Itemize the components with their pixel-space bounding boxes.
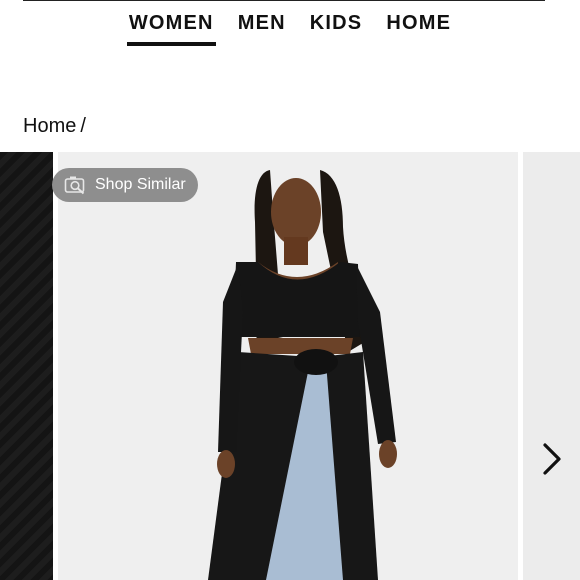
model-photo xyxy=(208,170,397,580)
product-image-gallery[interactable]: Shop Similar xyxy=(0,152,580,580)
tab-women[interactable]: WOMEN xyxy=(126,10,216,46)
breadcrumb: Home / xyxy=(23,113,86,139)
next-slide-image[interactable] xyxy=(523,152,580,580)
tab-home[interactable]: HOME xyxy=(384,10,453,36)
tab-men[interactable]: MEN xyxy=(236,10,288,36)
chevron-right-icon[interactable] xyxy=(536,442,566,476)
shop-similar-button[interactable]: Shop Similar xyxy=(52,168,198,202)
breadcrumb-separator: / xyxy=(80,115,86,137)
breadcrumb-home-link[interactable]: Home xyxy=(23,115,76,137)
category-nav: WOMEN MEN KIDS HOME xyxy=(0,10,580,46)
shop-similar-label: Shop Similar xyxy=(95,176,186,193)
tab-kids[interactable]: KIDS xyxy=(308,10,365,36)
camera-search-icon xyxy=(64,174,88,196)
product-image[interactable] xyxy=(58,152,518,580)
previous-slide-image[interactable] xyxy=(0,152,53,580)
top-divider xyxy=(23,0,545,1)
